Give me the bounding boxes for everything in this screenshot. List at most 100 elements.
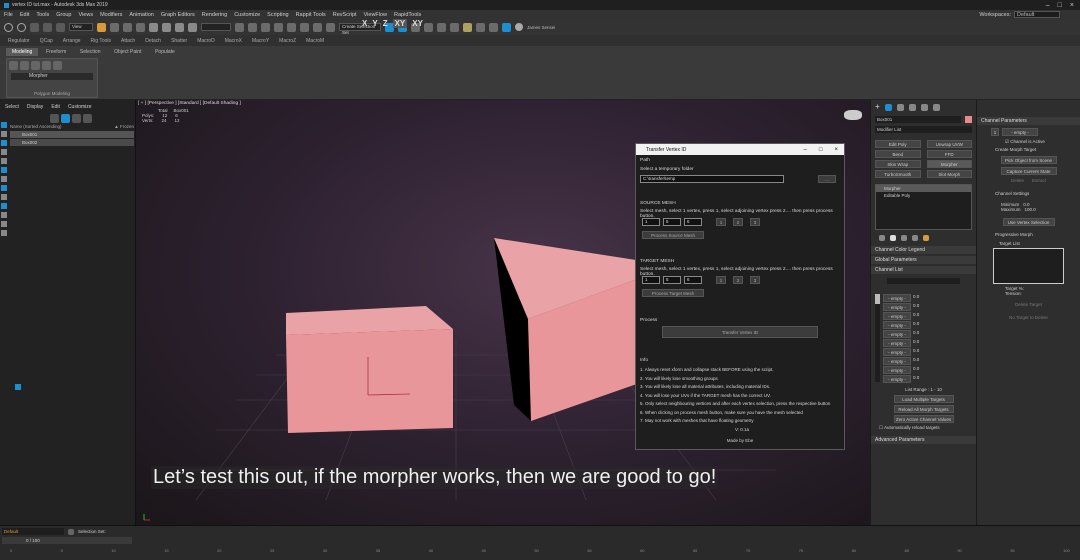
slot-morph-button[interactable]: Slot Morph bbox=[926, 170, 972, 178]
render-setup-icon[interactable] bbox=[476, 22, 485, 32]
scene-tool-icon[interactable] bbox=[1, 149, 7, 155]
tb2-item[interactable]: MacroM bbox=[306, 38, 324, 44]
modify-tab-icon[interactable] bbox=[884, 104, 892, 111]
schematic-view-icon[interactable] bbox=[450, 22, 459, 32]
menu-edit[interactable]: Edit bbox=[20, 12, 29, 18]
tb2-item[interactable]: Arrange bbox=[63, 38, 81, 44]
material-editor-icon[interactable] bbox=[463, 22, 472, 32]
channel-slot-button[interactable]: - empty - bbox=[883, 348, 911, 356]
channel-slot-value[interactable]: 0.0 bbox=[913, 321, 919, 329]
use-vertex-selection-button[interactable]: Use Vertex Selection bbox=[1002, 218, 1055, 226]
channel-slot-button[interactable]: - empty - bbox=[883, 303, 911, 311]
display-tab-icon[interactable] bbox=[920, 104, 928, 111]
channel-slot-button[interactable]: - empty - bbox=[883, 357, 911, 365]
channel-slot-value[interactable]: 0.0 bbox=[913, 294, 919, 302]
menu-group[interactable]: Group bbox=[56, 12, 71, 18]
menu-rendering[interactable]: Rendering bbox=[202, 12, 227, 18]
channel-slot-button[interactable]: - empty - bbox=[883, 330, 911, 338]
browse-button[interactable]: ... bbox=[818, 175, 836, 183]
ribbon-panel-label[interactable]: Polygon Modeling bbox=[7, 91, 97, 96]
close-icon[interactable]: × bbox=[1070, 2, 1074, 9]
channel-slot-value[interactable]: 0.0 bbox=[913, 303, 919, 311]
utilities-tab-icon[interactable] bbox=[932, 104, 940, 111]
channel-slot-value[interactable]: 0.0 bbox=[913, 339, 919, 347]
render-icon[interactable] bbox=[502, 22, 511, 32]
reload-all-targets-button[interactable]: Reload All Morph Targets bbox=[893, 405, 954, 413]
show-end-result-icon[interactable] bbox=[890, 235, 896, 241]
scene-tool-icon[interactable] bbox=[1, 167, 7, 173]
tab-object-paint[interactable]: Object Paint bbox=[108, 48, 147, 56]
hierarchy-tab-icon[interactable] bbox=[896, 104, 904, 111]
tb2-item[interactable]: MacroX bbox=[225, 38, 242, 44]
source-vertex-3-field[interactable]: 6 bbox=[684, 218, 702, 226]
select-by-name-icon[interactable] bbox=[110, 22, 119, 32]
menu-graph-editors[interactable]: Graph Editors bbox=[161, 12, 195, 18]
link-icon[interactable] bbox=[30, 22, 39, 32]
channel-slot-button[interactable]: - empty - bbox=[883, 321, 911, 329]
dialog-maximize-icon[interactable]: □ bbox=[819, 147, 823, 153]
minimize-icon[interactable]: – bbox=[1046, 2, 1050, 9]
pivot-icon[interactable] bbox=[235, 22, 244, 32]
window-crossing-icon[interactable] bbox=[136, 22, 145, 32]
channel-active-checkbox[interactable]: ☑ Channel is Active bbox=[977, 139, 1080, 145]
delete-target-button[interactable]: Delete Target bbox=[1015, 302, 1042, 307]
bend-button[interactable]: Bend bbox=[875, 150, 921, 158]
tb2-item[interactable]: Shatter bbox=[171, 38, 187, 44]
path-input[interactable]: C:\transfer\temp bbox=[640, 175, 784, 183]
channel-scrollbar[interactable] bbox=[875, 294, 880, 382]
stack-item-editable-poly[interactable]: Editable Poly bbox=[876, 192, 971, 199]
move-icon[interactable] bbox=[149, 22, 158, 32]
tab-freeform[interactable]: Freeform bbox=[40, 48, 72, 56]
maximum-value[interactable]: 100.0 bbox=[1025, 207, 1036, 212]
redo-icon[interactable] bbox=[17, 22, 26, 32]
rect-selection-icon[interactable] bbox=[123, 22, 132, 32]
rotate-icon[interactable] bbox=[162, 22, 171, 32]
menu-scripting[interactable]: Scripting bbox=[267, 12, 288, 18]
scene-menu-display[interactable]: Display bbox=[27, 104, 43, 110]
scene-tool-icon[interactable] bbox=[1, 194, 7, 200]
menu-customize[interactable]: Customize bbox=[234, 12, 260, 18]
selection-filter-dropdown[interactable]: View bbox=[69, 23, 93, 31]
object-name-field[interactable]: Box001 bbox=[875, 116, 961, 123]
tb2-item[interactable]: MacroZ bbox=[279, 38, 296, 44]
create-tab-icon[interactable]: + bbox=[875, 103, 880, 111]
toggle-layer-explorer-icon[interactable] bbox=[424, 22, 433, 32]
select-object-icon[interactable] bbox=[97, 22, 106, 32]
name-column-header[interactable]: Name (Sorted Ascending) bbox=[10, 124, 62, 130]
source-num-2-button[interactable]: 2 bbox=[733, 218, 743, 226]
rollout-channel-list[interactable]: Channel List bbox=[871, 266, 976, 274]
tab-modeling[interactable]: Modeling bbox=[6, 48, 39, 56]
modifier-list-dropdown[interactable]: Modifier List bbox=[875, 126, 972, 133]
stack-item-morpher[interactable]: Morpher bbox=[876, 185, 971, 192]
scene-tool-icon[interactable] bbox=[1, 122, 7, 128]
menu-animation[interactable]: Animation bbox=[129, 12, 153, 18]
tb2-item[interactable]: Attach bbox=[121, 38, 135, 44]
scene-tool-icon[interactable] bbox=[1, 131, 7, 137]
remove-modifier-icon[interactable] bbox=[912, 235, 918, 241]
menu-revscript[interactable]: RevScript bbox=[333, 12, 357, 18]
scene-tool-icon[interactable] bbox=[1, 158, 7, 164]
source-vertex-2-field[interactable]: 5 bbox=[663, 218, 681, 226]
source-num-3-button[interactable]: 3 bbox=[750, 218, 760, 226]
auto-reload-checkbox[interactable]: ☐ Automatically reload targets bbox=[875, 425, 972, 431]
undo-icon[interactable] bbox=[4, 22, 13, 32]
target-num-3-button[interactable]: 3 bbox=[750, 276, 760, 284]
edit-poly-button[interactable]: Edit Poly bbox=[875, 140, 921, 148]
reference-coord-dropdown[interactable] bbox=[201, 23, 231, 31]
channel-slot-value[interactable]: 0.0 bbox=[913, 330, 919, 338]
target-vertex-3-field[interactable]: 6 bbox=[684, 276, 702, 284]
filter-icon[interactable] bbox=[72, 114, 81, 123]
channel-slot-value[interactable]: 0.0 bbox=[913, 312, 919, 320]
axis-z-button[interactable]: Z bbox=[383, 19, 388, 28]
pick-object-button[interactable]: Pick Object from Scene bbox=[1000, 156, 1057, 164]
unwrap-uvw-button[interactable]: Unwrap UVW bbox=[926, 140, 972, 148]
channel-slot-button[interactable]: - empty - bbox=[883, 366, 911, 374]
rollout-channel-color-legend[interactable]: Channel Color Legend bbox=[871, 246, 976, 254]
placement-icon[interactable] bbox=[188, 22, 197, 32]
channel-slot-button[interactable]: - empty - bbox=[883, 294, 911, 302]
tb2-item[interactable]: MacroY bbox=[252, 38, 269, 44]
turbosmooth-button[interactable]: TurboSmooth bbox=[875, 170, 921, 178]
target-num-2-button[interactable]: 2 bbox=[733, 276, 743, 284]
make-unique-icon[interactable] bbox=[901, 235, 907, 241]
scene-menu-edit[interactable]: Edit bbox=[51, 104, 60, 110]
